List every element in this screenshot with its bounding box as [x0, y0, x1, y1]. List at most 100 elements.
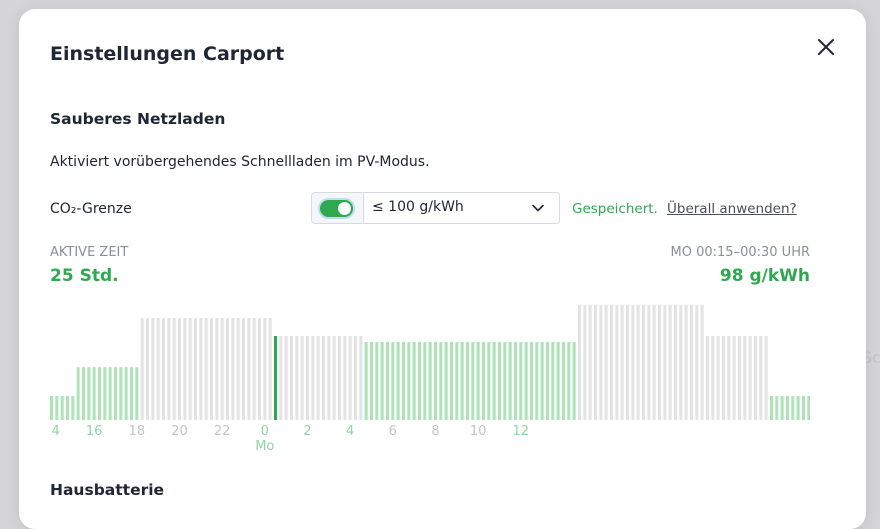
chart-bar[interactable]: [460, 342, 464, 420]
chart-bar[interactable]: [263, 318, 267, 420]
chart-bar[interactable]: [503, 342, 507, 420]
chart-bar[interactable]: [737, 336, 741, 420]
chart-bar[interactable]: [705, 336, 709, 420]
chart-bar[interactable]: [295, 336, 299, 420]
chart-bar[interactable]: [657, 304, 661, 420]
chart-bar[interactable]: [391, 342, 395, 420]
chart-bar[interactable]: [316, 336, 320, 420]
close-button[interactable]: [814, 35, 838, 59]
chart-bar[interactable]: [119, 367, 123, 420]
chart-bar[interactable]: [108, 367, 112, 420]
chart-bar[interactable]: [188, 318, 192, 420]
chart-bar[interactable]: [268, 318, 272, 420]
chart-bar[interactable]: [769, 396, 773, 420]
chart-bar[interactable]: [60, 396, 64, 420]
co2-limit-select[interactable]: ≤ 100 g/kWh: [364, 193, 559, 223]
chart-bar[interactable]: [785, 396, 789, 420]
chart-bar[interactable]: [76, 367, 80, 420]
chart-bar[interactable]: [481, 342, 485, 420]
chart-bar[interactable]: [593, 304, 597, 420]
chart-bar[interactable]: [82, 367, 85, 420]
chart-bar[interactable]: [695, 304, 699, 420]
chart-bar[interactable]: [375, 342, 379, 420]
chart-bar[interactable]: [247, 318, 251, 420]
chart-bar[interactable]: [50, 396, 53, 420]
chart-bar[interactable]: [540, 342, 544, 420]
chart-bar[interactable]: [529, 342, 533, 420]
chart-bar[interactable]: [364, 342, 368, 420]
chart-bar[interactable]: [807, 396, 810, 420]
chart-bar[interactable]: [641, 304, 645, 420]
chart-bar[interactable]: [775, 396, 779, 420]
chart-bar[interactable]: [167, 318, 171, 420]
chart-bar[interactable]: [652, 304, 656, 420]
chart-bar[interactable]: [604, 304, 608, 420]
chart-bar[interactable]: [508, 342, 512, 420]
chart-bar[interactable]: [103, 367, 107, 420]
chart-bar[interactable]: [492, 342, 496, 420]
chart-bar[interactable]: [396, 342, 400, 420]
chart-bar[interactable]: [305, 336, 309, 420]
chart-bar[interactable]: [145, 318, 149, 420]
chart-bar[interactable]: [156, 318, 160, 420]
chart-bar[interactable]: [444, 342, 448, 420]
chart-bar[interactable]: [625, 304, 629, 420]
chart-bar[interactable]: [311, 336, 315, 420]
chart-bar[interactable]: [241, 318, 245, 420]
chart-bar[interactable]: [497, 342, 501, 420]
chart-bar[interactable]: [753, 336, 757, 420]
chart-bar[interactable]: [689, 304, 693, 420]
chart-bar[interactable]: [572, 342, 576, 420]
chart-bar[interactable]: [151, 318, 155, 420]
chart-bar[interactable]: [471, 342, 475, 420]
chart-bar[interactable]: [631, 304, 635, 420]
chart-bar[interactable]: [417, 342, 421, 420]
chart-bar[interactable]: [284, 336, 288, 420]
apply-everywhere-link[interactable]: Überall anwenden?: [667, 201, 797, 217]
chart-bar[interactable]: [199, 318, 203, 420]
chart-bar[interactable]: [55, 396, 59, 420]
chart-bar[interactable]: [455, 342, 459, 420]
chart-bar[interactable]: [353, 336, 357, 420]
chart-bar[interactable]: [647, 304, 651, 420]
chart-bar[interactable]: [780, 396, 784, 420]
chart-bar-selected[interactable]: [273, 336, 277, 420]
chart-bar[interactable]: [231, 318, 235, 420]
chart-bar[interactable]: [257, 318, 261, 420]
chart-bar[interactable]: [663, 304, 667, 420]
chart-bar[interactable]: [401, 342, 405, 420]
chart-bar[interactable]: [700, 304, 704, 420]
chart-bar[interactable]: [487, 342, 491, 420]
chart-bar[interactable]: [588, 304, 592, 420]
chart-bar[interactable]: [343, 336, 347, 420]
chart-bar[interactable]: [556, 342, 560, 420]
chart-bar[interactable]: [519, 342, 523, 420]
chart-bar[interactable]: [369, 342, 373, 420]
chart-bar[interactable]: [636, 304, 640, 420]
chart-bar[interactable]: [124, 367, 128, 420]
chart-bar[interactable]: [220, 318, 224, 420]
chart-bar[interactable]: [721, 336, 725, 420]
chart-bar[interactable]: [209, 318, 213, 420]
chart-bar[interactable]: [92, 367, 96, 420]
chart-bar[interactable]: [359, 336, 363, 420]
chart-bar[interactable]: [673, 304, 677, 420]
chart-bar[interactable]: [289, 336, 293, 420]
chart-bar[interactable]: [327, 336, 331, 420]
chart-bar[interactable]: [332, 336, 336, 420]
chart-bar[interactable]: [161, 318, 165, 420]
chart-bar[interactable]: [615, 304, 619, 420]
chart-bar[interactable]: [716, 336, 720, 420]
chart-bar[interactable]: [66, 396, 69, 420]
chart-bar[interactable]: [385, 342, 389, 420]
chart-bar[interactable]: [796, 396, 800, 420]
chart-bar[interactable]: [130, 367, 133, 420]
chart-bar[interactable]: [801, 396, 805, 420]
chart-bar[interactable]: [684, 304, 688, 420]
chart-bar[interactable]: [561, 342, 565, 420]
chart-bar[interactable]: [791, 396, 795, 420]
chart-bar[interactable]: [711, 336, 715, 420]
chart-bar[interactable]: [524, 342, 528, 420]
chart-bar[interactable]: [407, 342, 411, 420]
chart-bar[interactable]: [215, 318, 219, 420]
